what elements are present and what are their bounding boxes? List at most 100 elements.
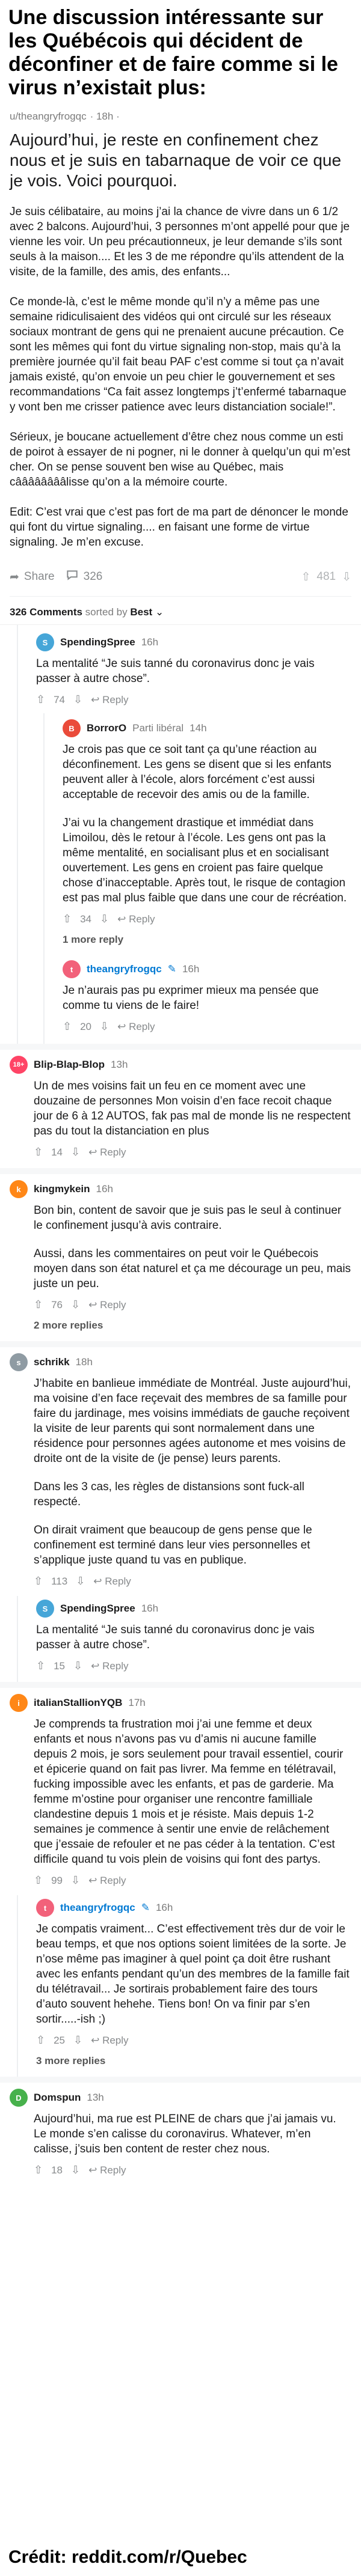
avatar[interactable]: i	[10, 1694, 28, 1712]
thread-line[interactable]	[43, 953, 45, 1044]
upvote-icon[interactable]: ⇧	[36, 2034, 45, 2047]
reply-button[interactable]: ↩ Reply	[117, 1021, 155, 1033]
comment-votes: 14	[51, 1146, 63, 1158]
chevron-down-icon[interactable]: ⌄	[155, 606, 164, 618]
avatar[interactable]: S	[36, 1600, 54, 1618]
comment-count: 326	[83, 570, 103, 583]
comment-author[interactable]: kingmykein	[34, 1183, 90, 1195]
divider	[0, 1044, 361, 1050]
comment-actions: ⇧ 113 ⇩ ↩ Reply	[10, 1575, 351, 1588]
downvote-icon[interactable]: ⇩	[76, 1575, 85, 1588]
comment-time: 13h	[87, 2092, 104, 2103]
reply-button[interactable]: ↩ Reply	[88, 1299, 126, 1311]
downvote-icon[interactable]: ⇩	[71, 1874, 80, 1887]
upvote-icon[interactable]: ⇧	[34, 1874, 43, 1887]
upvote-icon[interactable]: ⇧	[63, 913, 72, 925]
comment-time: 16h	[155, 1902, 173, 1913]
comments-button[interactable]: 326	[66, 568, 103, 585]
comment-author[interactable]: Domspun	[34, 2092, 81, 2104]
comment-author[interactable]: BorrorO	[87, 722, 126, 734]
avatar[interactable]: D	[10, 2089, 28, 2107]
sort-dropdown[interactable]: Best	[130, 606, 152, 618]
upvote-icon[interactable]: ⇧	[34, 1146, 43, 1159]
avatar[interactable]: t	[63, 960, 81, 978]
comment-author[interactable]: SpendingSpree	[60, 636, 135, 648]
comment-paragraph: Je n’aurais pas pu exprimer mieux ma pen…	[63, 984, 319, 1012]
comment: s schrikk 18h J’habite en banlieue imméd…	[0, 1347, 361, 1596]
more-replies-link[interactable]: 3 more replies	[36, 2055, 351, 2067]
comment-author[interactable]: italianStallionYQB	[34, 1697, 122, 1709]
post-title: Aujourd’hui, je reste en confinement che…	[10, 130, 342, 190]
reply-label: Reply	[105, 1575, 131, 1587]
comment-votes: 18	[51, 2164, 63, 2176]
thread-line[interactable]	[43, 713, 45, 953]
comment-text: La mentalité “Je suis tanné du coronavir…	[36, 1622, 351, 1652]
reply-button[interactable]: ↩ Reply	[91, 2035, 128, 2047]
avatar[interactable]: s	[10, 1353, 28, 1371]
comment: 18+ Blip-Blap-Blop 13h Un de mes voisins…	[0, 1050, 361, 1168]
comment-text: Je comprends ta frustration moi j’ai une…	[10, 1717, 351, 1867]
comment-author[interactable]: Blip-Blap-Blop	[34, 1059, 105, 1071]
reply-button[interactable]: ↩ Reply	[117, 913, 155, 925]
reply-button[interactable]: ↩ Reply	[88, 2164, 126, 2176]
thread-line[interactable]	[17, 953, 18, 1044]
post-author[interactable]: u/theangryfrogqc	[10, 111, 87, 123]
comment: i italianStallionYQB 17h Je comprends ta…	[0, 1688, 361, 1895]
comment-time: 16h	[141, 1603, 159, 1614]
downvote-icon[interactable]: ⇩	[71, 1146, 80, 1159]
comment-author[interactable]: SpendingSpree	[60, 1603, 135, 1615]
reply-button[interactable]: ↩ Reply	[91, 1660, 128, 1672]
reply-button[interactable]: ↩ Reply	[93, 1576, 131, 1588]
avatar[interactable]: S	[36, 633, 54, 651]
divider	[0, 1341, 361, 1347]
credit-caption: Crédit: reddit.com/r/Quebec	[0, 2540, 361, 2576]
upvote-icon[interactable]: ⇧	[301, 570, 310, 584]
reply-button[interactable]: ↩ Reply	[88, 1146, 126, 1159]
comment-text: Un de mes voisins fait un feu en ce mome…	[10, 1079, 351, 1139]
headline: Une discussion intéressante sur les Québ…	[8, 6, 338, 99]
share-button[interactable]: ➦ Share	[10, 570, 55, 584]
reply-button[interactable]: ↩ Reply	[91, 694, 128, 706]
thread-line[interactable]	[17, 625, 18, 713]
post-meta: u/theangryfrogqc · 18h ·	[10, 111, 351, 123]
upvote-icon[interactable]: ⇧	[34, 1299, 43, 1311]
downvote-icon[interactable]: ⇩	[100, 1020, 109, 1033]
more-replies-link[interactable]: 2 more replies	[10, 1320, 351, 1332]
comment-actions: ⇧ 14 ⇩ ↩ Reply	[10, 1146, 351, 1159]
comment-author[interactable]: schrikk	[34, 1356, 70, 1368]
downvote-icon[interactable]: ⇩	[73, 693, 82, 706]
downvote-icon[interactable]: ⇩	[73, 1660, 82, 1672]
reply-label: Reply	[102, 693, 129, 705]
upvote-icon[interactable]: ⇧	[34, 1575, 43, 1588]
avatar[interactable]: t	[36, 1899, 54, 1917]
reply-button[interactable]: ↩ Reply	[88, 1875, 126, 1887]
downvote-icon[interactable]: ⇩	[73, 2034, 82, 2047]
comment-paragraph: J’habite en banlieue immédiate de Montré…	[34, 1377, 351, 1465]
upvote-icon[interactable]: ⇧	[36, 693, 45, 706]
comment-author[interactable]: theangryfrogqc	[60, 1902, 135, 1914]
comment: k kingmykein 16h Bon bin, content de sav…	[0, 1174, 361, 1341]
avatar[interactable]: B	[63, 719, 81, 737]
comment: S SpendingSpree 16h La mentalité “Je sui…	[0, 1596, 361, 1682]
comment-sort-bar: 326 Comments sorted by Best ⌄	[0, 597, 361, 625]
upvote-icon[interactable]: ⇧	[34, 2164, 43, 2176]
reply-label: Reply	[129, 1020, 155, 1032]
thread-line[interactable]	[17, 1596, 18, 1682]
avatar[interactable]: k	[10, 1180, 28, 1198]
avatar[interactable]: 18+	[10, 1056, 28, 1074]
comment-actions: ⇧ 25 ⇩ ↩ Reply	[36, 2034, 351, 2047]
comment-actions: ⇧ 20 ⇩ ↩ Reply	[63, 1020, 351, 1033]
thread-line[interactable]	[17, 1895, 18, 2077]
more-replies-link[interactable]: 1 more reply	[63, 934, 351, 946]
comment-text: Je crois pas que ce soit tant ça qu’une …	[63, 742, 351, 906]
upvote-icon[interactable]: ⇧	[63, 1020, 72, 1033]
comment-header: B BorrorO Parti libéral 14h	[63, 719, 351, 737]
upvote-icon[interactable]: ⇧	[36, 1660, 45, 1672]
comment-header: s schrikk 18h	[10, 1353, 351, 1371]
thread-line[interactable]	[17, 713, 18, 953]
downvote-icon[interactable]: ⇩	[71, 2164, 80, 2176]
comment-author[interactable]: theangryfrogqc	[87, 963, 162, 975]
downvote-icon[interactable]: ⇩	[71, 1299, 80, 1311]
downvote-icon[interactable]: ⇩	[342, 570, 351, 584]
downvote-icon[interactable]: ⇩	[100, 913, 109, 925]
